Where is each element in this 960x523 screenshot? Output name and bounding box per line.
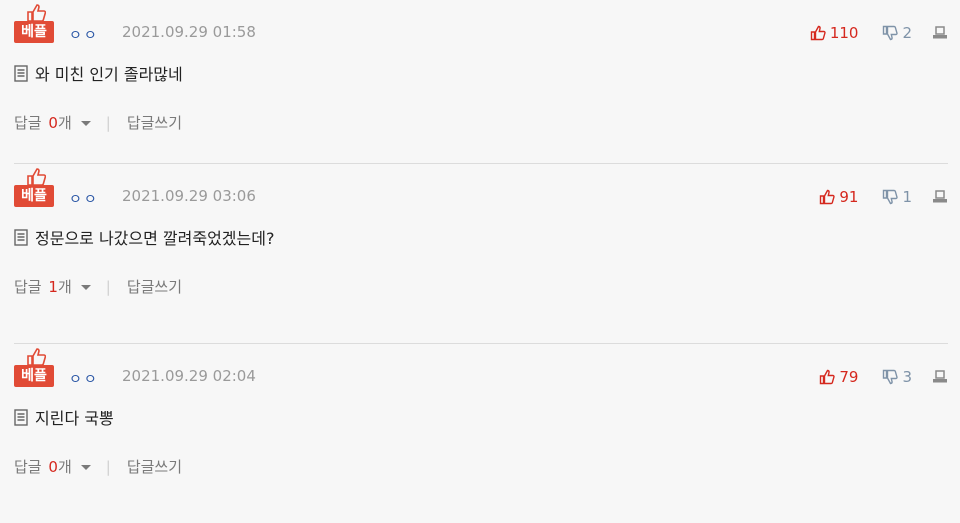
document-icon — [14, 408, 28, 426]
comment-body: 와 미친 인기 졸라많네 — [14, 61, 183, 85]
divider: | — [105, 113, 111, 132]
reply-unit: 개 — [57, 278, 72, 296]
upvote-button[interactable]: 91 — [819, 188, 858, 206]
report-icon[interactable] — [932, 26, 948, 40]
reply-toggle[interactable]: 답글 1개 — [14, 276, 72, 297]
thumbs-up-icon — [27, 168, 46, 186]
downvote-count: 3 — [902, 368, 912, 386]
comment-date: 2021.09.29 03:06 — [122, 187, 256, 205]
author-nickname[interactable]: ㅇㅇ — [69, 189, 99, 209]
reply-toggle[interactable]: 답글 0개 — [14, 112, 72, 133]
comment-text: 정문으로 나갔으면 깔려죽었겠는데? — [35, 229, 275, 248]
downvote-button[interactable]: 3 — [882, 368, 912, 386]
badge-label: 베플 — [14, 185, 54, 207]
best-badge: 베플 — [14, 348, 56, 387]
reply-toggle[interactable]: 답글 0개 — [14, 456, 72, 477]
downvote-count: 2 — [902, 24, 912, 42]
vote-area: 79 3 — [819, 367, 948, 387]
badge-label: 베플 — [14, 21, 54, 43]
caret-down-icon[interactable] — [80, 119, 92, 127]
downvote-button[interactable]: 2 — [882, 24, 912, 42]
report-icon[interactable] — [932, 190, 948, 204]
report-icon[interactable] — [932, 370, 948, 384]
document-icon — [14, 64, 28, 82]
reply-label: 답글 — [14, 114, 42, 132]
reply-label: 답글 — [14, 458, 42, 476]
comment-list: 베플 ㅇㅇ 2021.09.29 01:58 110 2 와 미친 인기 졸라많… — [0, 0, 960, 523]
thumbs-up-icon — [820, 369, 836, 385]
thumbs-down-icon — [883, 25, 899, 41]
comment-item: 베플 ㅇㅇ 2021.09.29 01:58 110 2 와 미친 인기 졸라많… — [14, 0, 948, 163]
caret-down-icon[interactable] — [80, 283, 92, 291]
upvote-count: 79 — [839, 368, 859, 386]
comment-date: 2021.09.29 02:04 — [122, 367, 256, 385]
comment-item: 베플 ㅇㅇ 2021.09.29 03:06 91 1 정문으로 나갔으면 깔려… — [14, 163, 948, 343]
reply-count: 0 — [48, 458, 58, 476]
downvote-count: 1 — [902, 188, 912, 206]
comment-body: 지린다 국뽕 — [14, 405, 114, 429]
reply-bar: 답글 1개 | 답글쓰기 — [14, 276, 182, 297]
reply-count: 1 — [48, 278, 58, 296]
document-icon — [14, 228, 28, 246]
divider: | — [105, 457, 111, 476]
write-reply-button[interactable]: 답글쓰기 — [127, 276, 182, 297]
reply-unit: 개 — [57, 114, 72, 132]
caret-down-icon[interactable] — [80, 463, 92, 471]
thumbs-down-icon — [883, 189, 899, 205]
reply-bar: 답글 0개 | 답글쓰기 — [14, 112, 182, 133]
thumbs-up-icon — [820, 189, 836, 205]
upvote-count: 110 — [829, 24, 859, 42]
write-reply-button[interactable]: 답글쓰기 — [127, 112, 182, 133]
thumbs-down-icon — [883, 369, 899, 385]
reply-bar: 답글 0개 | 답글쓰기 — [14, 456, 182, 477]
upvote-count: 91 — [839, 188, 859, 206]
downvote-button[interactable]: 1 — [882, 188, 912, 206]
thumbs-up-icon — [27, 4, 46, 22]
comment-text: 지린다 국뽕 — [35, 409, 114, 428]
comment-body: 정문으로 나갔으면 깔려죽었겠는데? — [14, 225, 274, 249]
author-nickname[interactable]: ㅇㅇ — [69, 369, 99, 389]
comment-text: 와 미친 인기 졸라많네 — [35, 65, 183, 84]
upvote-button[interactable]: 79 — [819, 368, 858, 386]
thumbs-up-icon — [810, 25, 826, 41]
vote-area: 91 1 — [819, 187, 948, 207]
best-badge: 베플 — [14, 168, 56, 207]
write-reply-button[interactable]: 답글쓰기 — [127, 456, 182, 477]
divider: | — [105, 277, 111, 296]
reply-label: 답글 — [14, 278, 42, 296]
comment-date: 2021.09.29 01:58 — [122, 23, 256, 41]
badge-label: 베플 — [14, 365, 54, 387]
comment-item: 베플 ㅇㅇ 2021.09.29 02:04 79 3 지린다 국뽕 답글 0개 — [14, 343, 948, 523]
upvote-button[interactable]: 110 — [810, 24, 859, 42]
thumbs-up-icon — [27, 348, 46, 366]
reply-unit: 개 — [57, 458, 72, 476]
reply-count: 0 — [48, 114, 58, 132]
vote-area: 110 2 — [810, 23, 948, 43]
author-nickname[interactable]: ㅇㅇ — [69, 25, 99, 45]
best-badge: 베플 — [14, 4, 56, 43]
